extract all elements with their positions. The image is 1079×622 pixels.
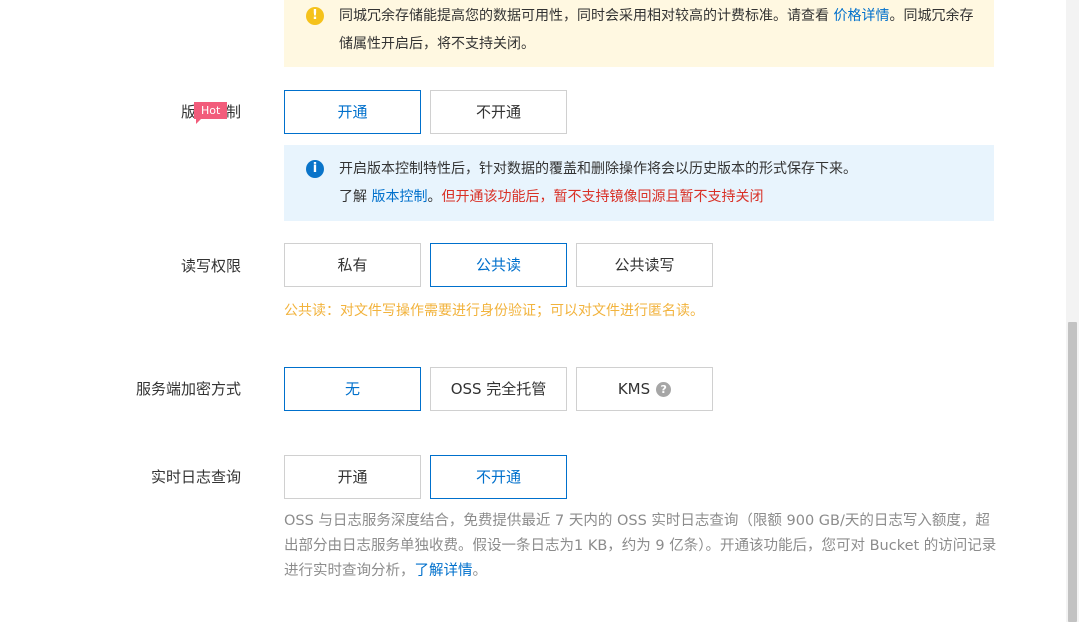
versioning-option-enable[interactable]: 开通 [284,90,421,134]
realtime-log-label: 实时日志查询 [150,468,241,486]
acl-label: 读写权限 [180,257,241,275]
versioning-notice-line2: 了解 版本控制。但开通该功能后，暂不支持镜像回源且暂不支持关闭 [339,183,974,211]
info-icon: i [306,160,324,178]
warning-icon: ! [306,7,324,25]
encryption-option-oss-managed[interactable]: OSS 完全托管 [430,367,567,411]
redundancy-warning-notice: ! 同城冗余存储能提高您的数据可用性，同时会采用相对较高的计费标准。请查看 价格… [284,0,994,67]
learn-prefix: 了解 [339,189,372,205]
versioning-notice-line1: 开启版本控制特性后，针对数据的覆盖和删除操作将会以历史版本的形式保存下来。 [339,161,857,177]
acl-option-public-read[interactable]: 公共读 [430,243,567,287]
encryption-option-kms[interactable]: KMS? [576,367,713,411]
help-end: 。 [472,563,488,579]
realtime-log-option-disable[interactable]: 不开通 [430,455,567,499]
versioning-docs-link[interactable]: 版本控制 [371,189,427,205]
learn-more-link[interactable]: 了解详情 [415,563,473,579]
versioning-option-disable[interactable]: 不开通 [430,90,567,134]
notice-period: 。 [427,189,442,205]
encryption-option-none[interactable]: 无 [284,367,421,411]
redundancy-notice-text-before: 同城冗余存储能提高您的数据可用性，同时会采用相对较高的计费标准。请查看 [339,8,834,24]
realtime-log-help-text: OSS 与日志服务深度结合，免费提供最近 7 天内的 OSS 实时日志查询（限额… [284,509,1004,584]
realtime-log-option-enable[interactable]: 开通 [284,455,421,499]
price-details-link[interactable]: 价格详情 [833,8,889,24]
scrollbar-thumb[interactable] [1068,322,1077,622]
versioning-info-notice: i 开启版本控制特性后，针对数据的覆盖和删除操作将会以历史版本的形式保存下来。 … [284,145,994,221]
oss-bucket-create-form: ! 同城冗余存储能提高您的数据可用性，同时会采用相对较高的计费标准。请查看 价格… [0,0,1079,622]
hot-badge: Hot [194,102,228,124]
acl-hint-text: 公共读：对文件写操作需要进行身份验证；可以对文件进行匿名读。 [284,303,704,319]
acl-option-public-read-write[interactable]: 公共读写 [576,243,713,287]
encryption-label: 服务端加密方式 [135,380,241,398]
acl-option-private[interactable]: 私有 [284,243,421,287]
kms-label: KMS [617,380,651,398]
versioning-warning-text: 但开通该功能后，暂不支持镜像回源且暂不支持关闭 [441,189,764,205]
help-question-icon[interactable]: ? [656,382,672,397]
realtime-log-description: OSS 与日志服务深度结合，免费提供最近 7 天内的 OSS 实时日志查询（限额… [284,513,997,579]
